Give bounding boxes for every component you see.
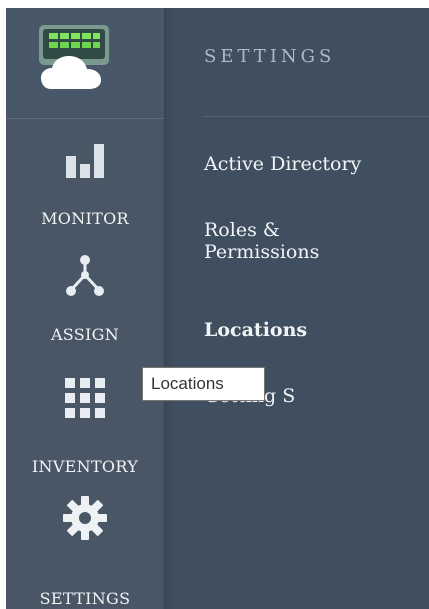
menu-item-active-directory[interactable]: Active Directory (204, 153, 361, 175)
cloud-monitor-logo-svg (39, 25, 109, 89)
sidebar-item-inventory[interactable]: INVENTORY (6, 359, 164, 479)
left-navigation-rail: MONITOR ASSIGN INVENTORY SETTINGS (6, 8, 164, 609)
sidebar-item-monitor[interactable]: MONITOR (6, 119, 164, 239)
panel-divider (204, 116, 429, 117)
sidebar-item-label: INVENTORY (31, 457, 139, 476)
sidebar-item-label: ASSIGN (50, 325, 120, 344)
menu-item-roles-permissions[interactable]: Roles & Permissions (204, 219, 349, 263)
grid-icon (6, 373, 164, 423)
app-window: MONITOR ASSIGN INVENTORY SETTINGS SETTIN… (0, 0, 429, 609)
cloud-monitor-icon[interactable] (39, 25, 115, 95)
panel-title: SETTINGS (204, 46, 336, 67)
sidebar-item-assign[interactable]: ASSIGN (6, 239, 164, 359)
menu-item-locations[interactable]: Locations (204, 319, 307, 341)
settings-panel: SETTINGS Active Directory Roles & Permis… (164, 8, 429, 609)
bar-chart-icon (6, 137, 164, 187)
network-node-icon (6, 253, 164, 303)
logo-block (6, 8, 164, 115)
sidebar-item-settings[interactable]: SETTINGS (6, 479, 164, 608)
sidebar-item-label: SETTINGS (39, 589, 131, 608)
sidebar-item-label: MONITOR (41, 209, 129, 228)
gear-icon (6, 493, 164, 543)
locations-tooltip: Locations (142, 367, 265, 401)
